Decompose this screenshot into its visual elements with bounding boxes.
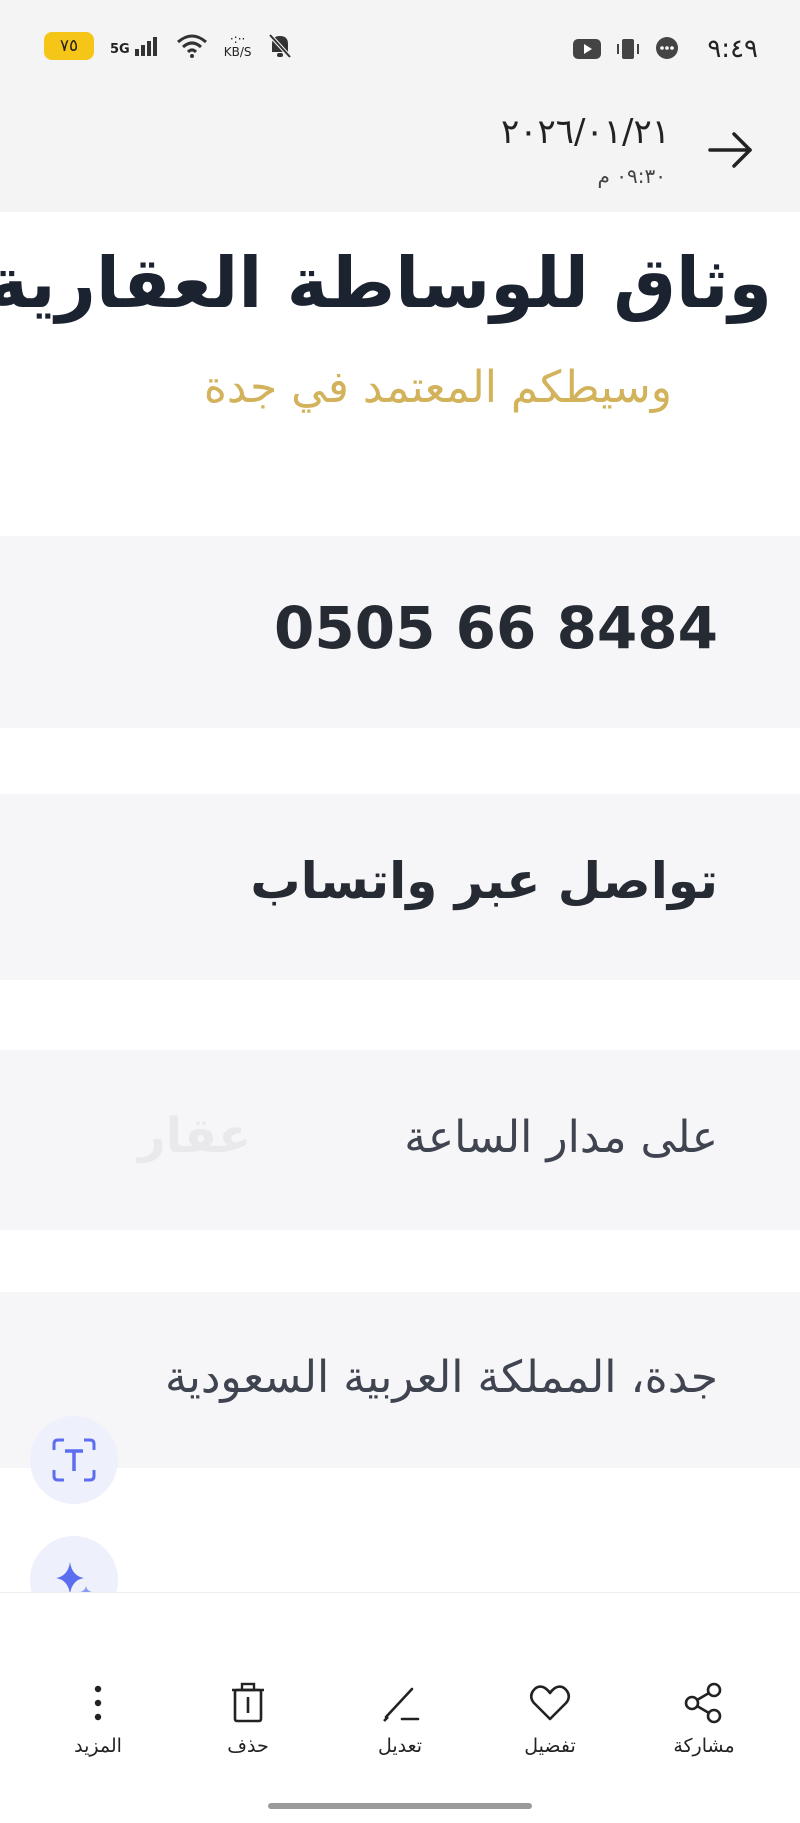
location-text: جدة، المملكة العربية السعودية bbox=[165, 1352, 718, 1403]
image-date: ٢٠٢٦/٠١/٢١ bbox=[500, 112, 670, 152]
share-label: مشاركة bbox=[673, 1735, 735, 1757]
document-image[interactable]: وثاق للوساطة العقارية وسيطكم المعتمد في … bbox=[0, 212, 800, 1592]
vibrate-icon bbox=[617, 39, 639, 59]
location-band: جدة، المملكة العربية السعودية bbox=[0, 1292, 800, 1468]
home-indicator[interactable] bbox=[268, 1803, 532, 1809]
text-recognition-button[interactable] bbox=[30, 1416, 118, 1504]
hours-text: على مدار الساعة bbox=[404, 1112, 718, 1163]
share-icon bbox=[684, 1682, 722, 1724]
heart-icon bbox=[529, 1685, 571, 1721]
back-arrow-icon[interactable] bbox=[704, 124, 756, 176]
image-time: ٠٩:٣٠ م bbox=[597, 164, 666, 188]
more-button[interactable]: المزيد bbox=[43, 1681, 153, 1757]
chat-bubble-icon bbox=[656, 37, 678, 59]
network-type: 5G bbox=[110, 42, 130, 57]
delete-button[interactable]: حذف bbox=[193, 1681, 303, 1757]
favorite-button[interactable]: تفضيل bbox=[495, 1681, 605, 1757]
status-bar: ٧٥ 5G ·:·· KB/S ٩:٤٩ bbox=[0, 0, 800, 100]
edit-label: تعديل bbox=[377, 1735, 423, 1757]
network-speed: ·:·· KB/S bbox=[224, 33, 252, 59]
network-speed-unit: KB/S bbox=[223, 45, 252, 59]
status-time: ٩:٤٩ bbox=[707, 34, 758, 64]
wifi-icon bbox=[176, 34, 207, 58]
bell-muted-icon bbox=[269, 33, 292, 59]
trash-icon bbox=[232, 1682, 264, 1723]
battery-level: ٧٥ bbox=[59, 36, 79, 56]
favorite-label: تفضيل bbox=[524, 1735, 576, 1757]
company-subtitle: وسيطكم المعتمد في جدة bbox=[203, 362, 672, 413]
more-label: المزيد bbox=[74, 1735, 122, 1757]
pencil-icon bbox=[383, 1687, 420, 1722]
company-title: وثاق للوساطة العقارية bbox=[0, 242, 772, 324]
phone-number: 0505 66 8484 bbox=[274, 594, 718, 662]
status-icons-left: ٧٥ 5G ·:·· KB/S bbox=[44, 32, 293, 60]
status-icons-right bbox=[572, 36, 680, 62]
edit-button[interactable]: تعديل bbox=[345, 1681, 455, 1757]
viewer-header: ٢٠٢٦/٠١/٢١ ٠٩:٣٠ م bbox=[0, 100, 800, 212]
youtube-icon bbox=[573, 39, 601, 59]
watermark-logo: عقار bbox=[138, 1108, 251, 1164]
bottom-action-bar: مشاركة تفضيل تعديل حذف المزيد bbox=[0, 1592, 800, 1823]
more-vertical-icon bbox=[94, 1685, 102, 1721]
text-scan-icon bbox=[52, 1438, 96, 1482]
whatsapp-band: تواصل عبر واتساب bbox=[0, 794, 800, 980]
delete-label: حذف bbox=[227, 1735, 269, 1757]
phone-band: 0505 66 8484 bbox=[0, 536, 800, 728]
hours-band: عقار على مدار الساعة bbox=[0, 1050, 800, 1230]
share-button[interactable]: مشاركة bbox=[649, 1681, 759, 1757]
battery-icon: ٧٥ bbox=[44, 32, 94, 60]
signal-icon: 5G bbox=[110, 35, 160, 57]
whatsapp-text: تواصل عبر واتساب bbox=[250, 852, 718, 910]
